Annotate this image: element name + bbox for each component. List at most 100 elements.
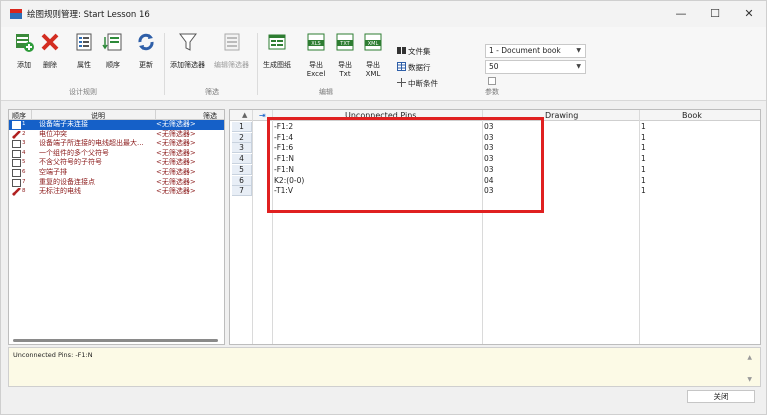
minimize-button[interactable]: —	[664, 1, 698, 27]
rule-number: 2	[22, 130, 26, 137]
message-text: Unconnected Pins: -F1:N	[13, 351, 93, 359]
generate-drawing-icon	[266, 31, 288, 53]
rule-description: 重复的设备连接点	[39, 177, 95, 186]
rule-row[interactable]: 1 设备端子未连接 <无筛选器>	[9, 120, 224, 130]
generate-drawing-button[interactable]: 生成图纸	[263, 31, 291, 70]
group-label-filter: 筛选	[205, 88, 219, 96]
txt-icon: TXT	[334, 31, 356, 53]
rule-row[interactable]: 8 无标注的电线 <无筛选器>	[9, 187, 224, 197]
rule-number: 6	[22, 168, 26, 175]
svg-text:XLS: XLS	[311, 41, 320, 47]
message-panel: Unconnected Pins: -F1:N ▲ ▼	[8, 347, 761, 387]
export-excel-button[interactable]: XLS 导出 Excel	[305, 31, 327, 79]
group-label-design-rules: 设计规则	[69, 88, 97, 96]
rule-number: 8	[22, 188, 26, 195]
rule-icon	[12, 159, 21, 168]
window-title: 绘图规则管理: Start Lesson 16	[27, 10, 150, 20]
scroll-up-icon[interactable]: ▲	[747, 354, 752, 361]
delete-icon	[39, 31, 61, 53]
horizontal-scrollbar[interactable]	[13, 339, 218, 342]
book-cell: 1	[641, 186, 646, 196]
maximize-button[interactable]: ☐	[698, 1, 732, 27]
rule-icon	[12, 178, 21, 187]
order-button[interactable]: 顺序	[102, 31, 124, 70]
break-condition-item[interactable]: 中断条件	[397, 78, 438, 89]
book-cell: 1	[641, 154, 646, 164]
book-icon	[397, 46, 406, 55]
book-cell: 1	[641, 164, 646, 174]
rule-description: 一个组件的多个父符号	[39, 148, 109, 157]
xml-icon: XML	[362, 31, 384, 53]
rule-number: 7	[22, 178, 26, 185]
rule-filter: <无筛选器>	[156, 158, 196, 167]
chevron-down-icon: ▼	[576, 63, 581, 70]
rule-icon	[12, 140, 21, 149]
rule-row[interactable]: 4 一个组件的多个父符号 <无筛选器>	[9, 149, 224, 159]
rule-description: 设备端子所连接的电线超出最大...	[39, 139, 144, 148]
document-book-select[interactable]: 1 - Document book ▼	[485, 44, 586, 58]
book-cell: 1	[641, 143, 646, 153]
chevron-down-icon: ▼	[576, 47, 581, 54]
ribbon-separator	[257, 33, 258, 95]
rule-icon	[12, 121, 21, 129]
rule-icon	[12, 129, 21, 139]
rule-number: 4	[22, 149, 26, 156]
close-window-button[interactable]: ✕	[732, 1, 766, 27]
rule-row[interactable]: 3 设备端子所连接的电线超出最大... <无筛选器>	[9, 139, 224, 149]
rule-row[interactable]: 5 不含父符号的子符号 <无筛选器>	[9, 158, 224, 168]
excel-icon: XLS	[305, 31, 327, 53]
add-filter-button[interactable]: 添加筛选器	[170, 31, 205, 70]
rule-description: 无标注的电线	[39, 187, 81, 196]
rule-filter: <无筛选器>	[156, 139, 196, 148]
scroll-down-icon[interactable]: ▼	[747, 376, 752, 383]
column-header-drawing[interactable]: Drawing	[545, 111, 578, 120]
svg-text:XML: XML	[368, 41, 379, 47]
rules-list-body: 1 设备端子未连接 <无筛选器> 2 电位冲突 <无筛选器> 3 设备端子所连接的电线超出最大…	[9, 120, 224, 197]
edit-filter-icon	[221, 31, 243, 53]
file-set-item[interactable]: 文件集	[397, 46, 431, 57]
rules-list-header: 顺序 说明 筛选	[9, 110, 224, 120]
sort-icon[interactable]: ▲	[242, 111, 247, 119]
rule-filter: <无筛选器>	[156, 148, 196, 157]
properties-icon	[73, 31, 95, 53]
refresh-button[interactable]: 更新	[135, 31, 157, 70]
rule-description: 设备端子未连接	[39, 120, 88, 128]
rule-description: 不含父符号的子符号	[39, 158, 102, 167]
rule-icon	[12, 187, 21, 197]
ribbon-separator	[164, 33, 165, 95]
app-icon	[10, 9, 22, 19]
column-header-book[interactable]: Book	[682, 111, 702, 120]
rule-icon	[12, 168, 21, 177]
add-icon	[13, 31, 35, 53]
delete-button[interactable]: 删除	[39, 31, 61, 70]
rule-row[interactable]: 6 空端子排 <无筛选器>	[9, 168, 224, 178]
data-rows-item[interactable]: 数据行	[397, 62, 431, 73]
rule-filter: <无筛选器>	[156, 120, 196, 128]
rules-list: 顺序 说明 筛选 1 设备端子未连接 <无筛选器> 2 电位冲突 <无筛选器> 3 设备端子所…	[8, 109, 225, 345]
rule-icon	[12, 149, 21, 158]
ribbon: 添加 删除 属性 顺序 更新 设计规则 添加筛选器 编辑筛选器 筛选 生成图纸 …	[1, 27, 766, 101]
title-bar: 绘图规则管理: Start Lesson 16 — ☐ ✕	[1, 1, 766, 27]
pin-icon[interactable]: ⇥	[259, 111, 266, 120]
properties-button[interactable]: 属性	[73, 31, 95, 70]
rule-number: 3	[22, 140, 26, 147]
rule-filter: <无筛选器>	[156, 177, 196, 186]
rule-number: 1	[22, 121, 26, 127]
window: 绘图规则管理: Start Lesson 16 — ☐ ✕ 添加 删除 属性 顺…	[0, 0, 767, 415]
group-label-report: 编辑	[319, 88, 333, 96]
add-button[interactable]: 添加	[13, 31, 35, 70]
svg-text:TXT: TXT	[339, 41, 350, 47]
rule-row[interactable]: 7 重复的设备连接点 <无筛选器>	[9, 178, 224, 188]
close-button[interactable]: 关闭	[687, 390, 755, 403]
break-condition-checkbox[interactable]	[488, 77, 496, 85]
break-icon	[397, 78, 406, 87]
export-xml-button[interactable]: XML 导出 XML	[362, 31, 384, 79]
rule-filter: <无筛选器>	[156, 187, 196, 196]
filter-icon	[177, 31, 199, 53]
row-count-select[interactable]: 50 ▼	[485, 60, 586, 74]
rule-description: 电位冲突	[39, 129, 67, 138]
book-cell: 1	[641, 175, 646, 185]
export-txt-button[interactable]: TXT 导出 Txt	[334, 31, 356, 79]
rule-row[interactable]: 2 电位冲突 <无筛选器>	[9, 130, 224, 140]
edit-filter-button[interactable]: 编辑筛选器	[214, 31, 249, 70]
